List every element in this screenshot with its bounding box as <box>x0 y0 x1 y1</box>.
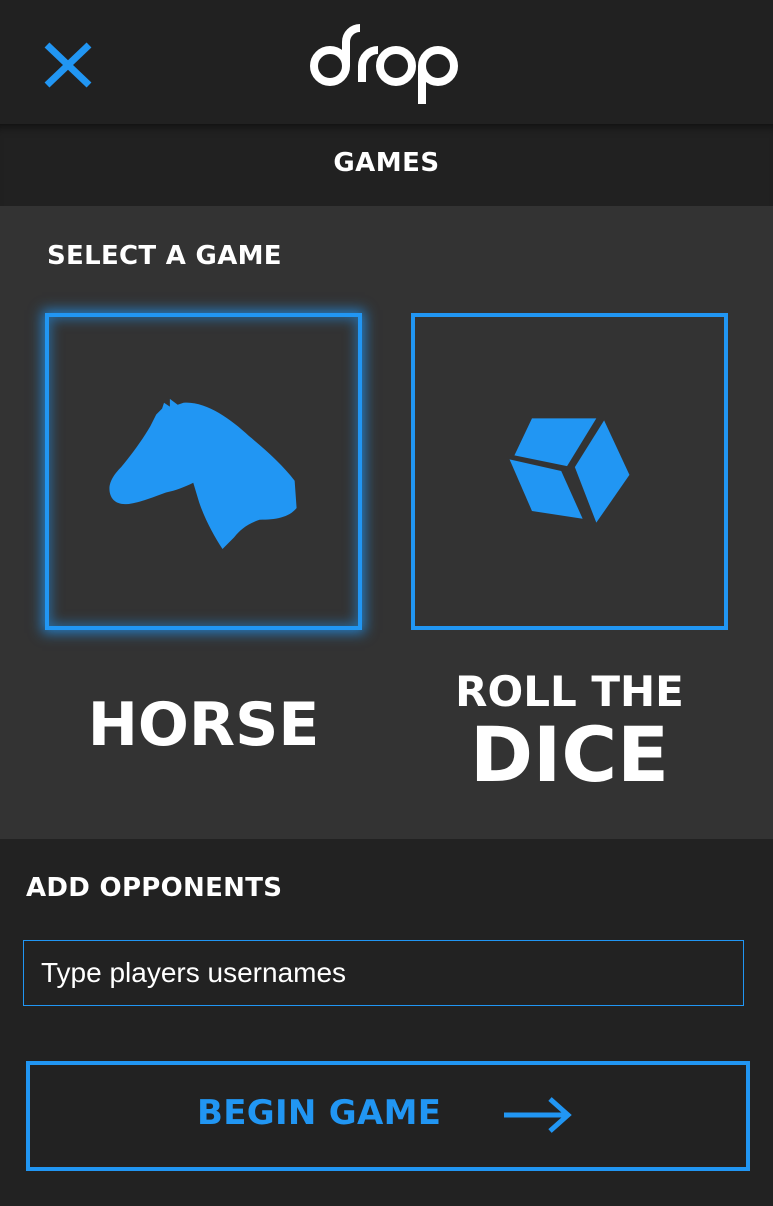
page-title: GAMES <box>333 148 440 178</box>
game-label-dice-line2[interactable]: DICE <box>411 712 728 798</box>
horse-head-icon <box>109 398 297 549</box>
dice-icon <box>509 418 630 523</box>
drop-logo <box>310 24 458 104</box>
close-button[interactable] <box>40 38 96 94</box>
begin-game-label: BEGIN GAME <box>197 1093 442 1133</box>
add-opponents-heading: ADD OPPONENTS <box>26 873 283 903</box>
begin-game-button[interactable]: BEGIN GAME <box>26 1061 750 1171</box>
game-label-dice-line1[interactable]: ROLL THE <box>411 668 728 716</box>
game-label-horse[interactable]: HORSE <box>45 690 362 760</box>
game-tile-horse[interactable] <box>45 313 362 630</box>
select-game-heading: SELECT A GAME <box>47 241 282 271</box>
close-icon <box>44 42 92 88</box>
arrow-right-icon <box>504 1097 572 1133</box>
game-tile-dice[interactable] <box>411 313 728 630</box>
opponents-search-input[interactable] <box>23 940 744 1006</box>
